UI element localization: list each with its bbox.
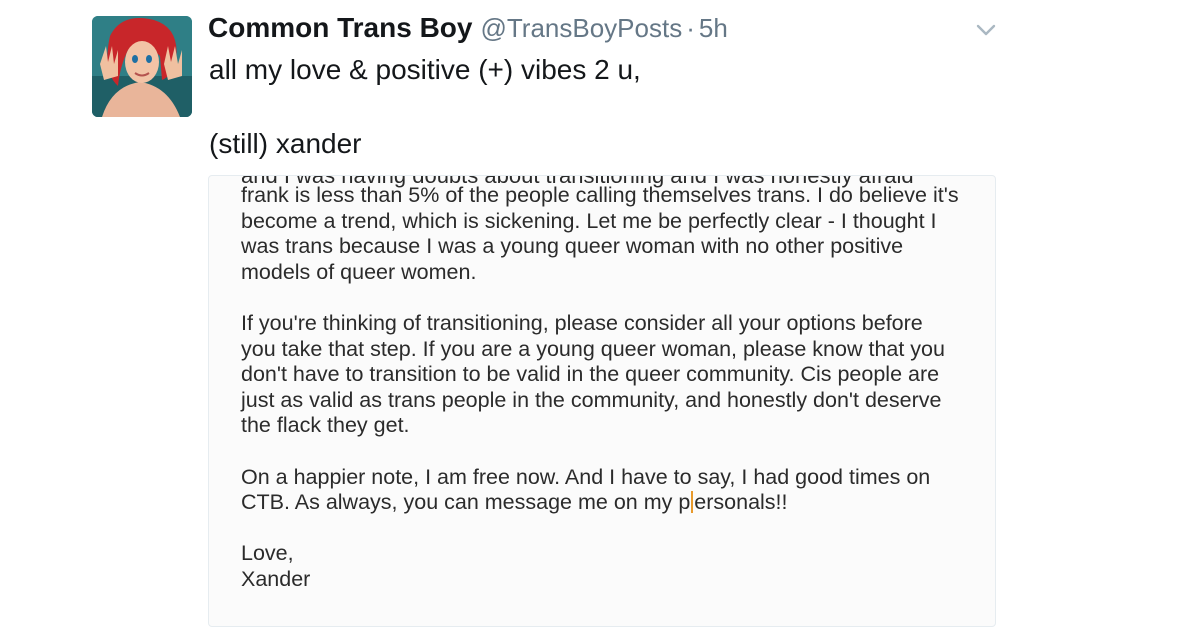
letter-line: CTB. As always, you can message me on my… bbox=[241, 490, 981, 516]
chevron-down-icon bbox=[976, 24, 996, 36]
letter-line: Xander bbox=[241, 566, 311, 591]
letter-paragraph: frank is less than 5% of the people call… bbox=[241, 183, 981, 285]
timestamp[interactable]: 5h bbox=[699, 13, 728, 44]
display-name[interactable]: Common Trans Boy bbox=[208, 12, 472, 44]
tweet-text-line: (still) xander bbox=[209, 128, 362, 159]
user-handle[interactable]: @TransBoyPosts bbox=[480, 13, 682, 44]
letter-line: don't have to transition to be valid in … bbox=[241, 362, 940, 387]
separator-dot: · bbox=[686, 13, 695, 43]
letter-line: models of queer women. bbox=[241, 259, 477, 284]
text-cursor bbox=[691, 491, 694, 514]
letter-line-part: ersonals!! bbox=[694, 490, 788, 515]
letter-paragraph: If you're thinking of transitioning, ple… bbox=[241, 311, 981, 439]
tweet-menu-button[interactable] bbox=[975, 22, 997, 38]
letter-line: you take that step. If you are a young q… bbox=[241, 336, 945, 361]
mermaid-avatar-icon bbox=[92, 16, 192, 117]
letter-line: If you're thinking of transitioning, ple… bbox=[241, 310, 923, 335]
tweet-header: Common Trans Boy @TransBoyPosts · 5h bbox=[208, 12, 728, 48]
letter-signature: Love, Xander bbox=[241, 541, 981, 592]
letter-line: become a trend, which is sickening. Let … bbox=[241, 208, 937, 233]
letter-line: just as valid as trans people in the com… bbox=[241, 387, 942, 412]
tweet: Common Trans Boy @TransBoyPosts · 5h all… bbox=[0, 0, 1200, 627]
letter-line: was trans because I was a young queer wo… bbox=[241, 234, 904, 259]
attached-image[interactable]: and I was having doubts about transition… bbox=[208, 175, 996, 627]
letter-paragraph: On a happier note, I am free now. And I … bbox=[241, 465, 981, 516]
letter-line: Love, bbox=[241, 541, 294, 566]
tweet-text-line: all my love & positive (+) vibes 2 u, bbox=[209, 54, 641, 85]
letter-line: the flack they get. bbox=[241, 413, 410, 438]
letter-text: frank is less than 5% of the people call… bbox=[241, 183, 981, 618]
letter-line: frank is less than 5% of the people call… bbox=[241, 183, 959, 207]
avatar[interactable] bbox=[92, 16, 192, 117]
letter-line-part: CTB. As always, you can message me on my… bbox=[241, 490, 691, 515]
letter-line: On a happier note, I am free now. And I … bbox=[241, 464, 931, 489]
